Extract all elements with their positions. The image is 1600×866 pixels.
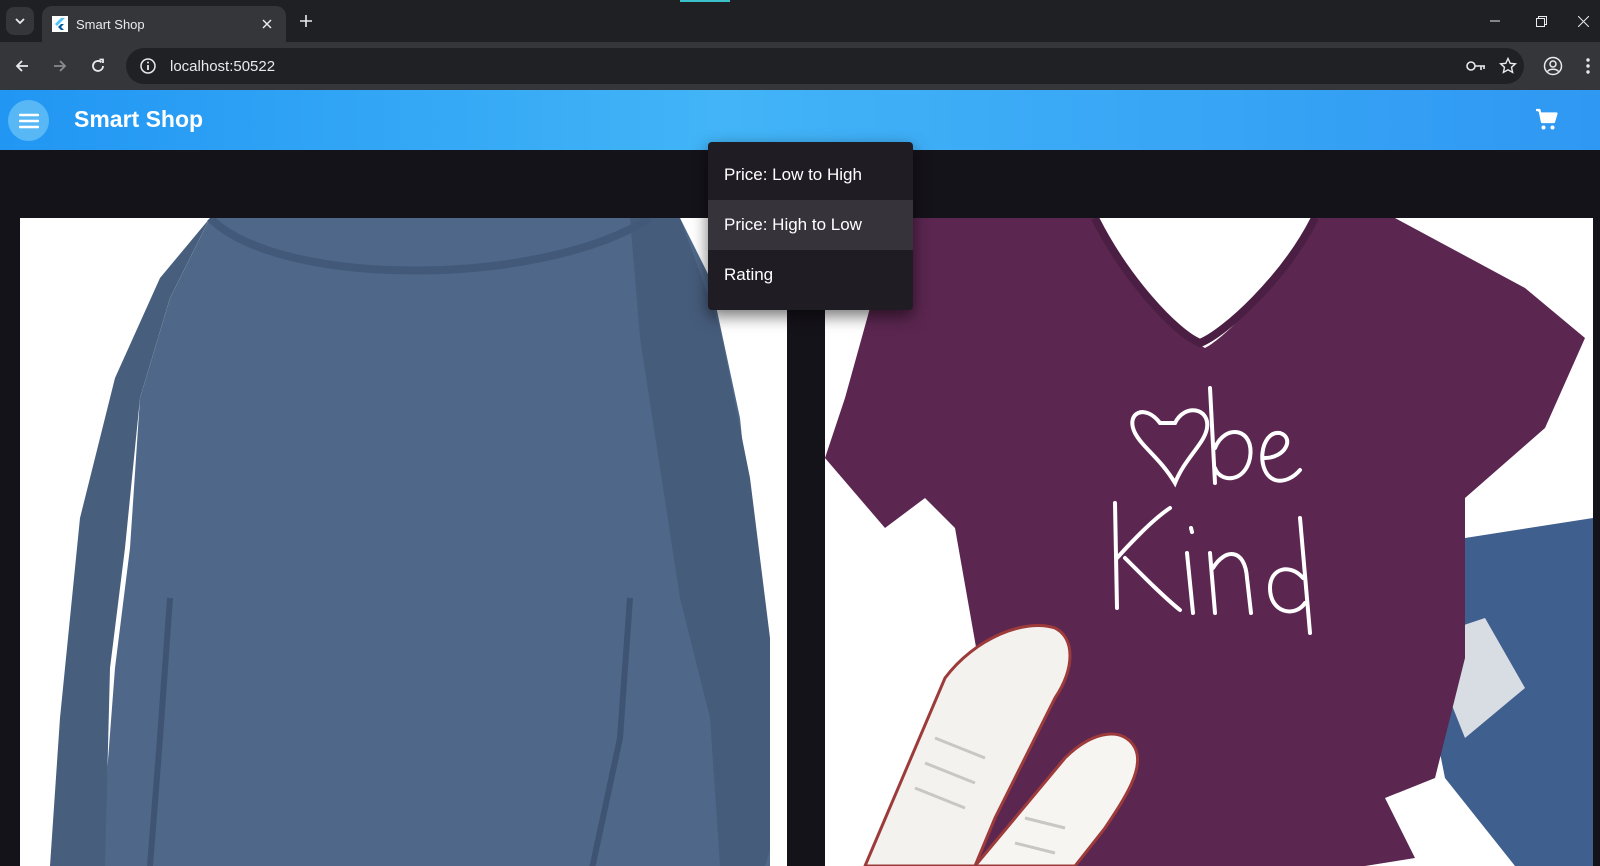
close-icon xyxy=(1577,15,1589,27)
plus-icon xyxy=(300,15,312,27)
reload-button[interactable] xyxy=(84,52,112,80)
sort-option-rating[interactable]: Rating xyxy=(708,250,913,300)
app-bar: Smart Shop xyxy=(0,90,1600,150)
product-image-blue-long-sleeve-shirt xyxy=(20,218,787,866)
product-image-be-kind-tshirt xyxy=(825,218,1593,866)
password-key-icon[interactable] xyxy=(1460,50,1492,82)
forward-button[interactable] xyxy=(46,52,74,80)
browser-menu-button[interactable] xyxy=(1574,52,1600,80)
browser-toolbar: localhost:50522 xyxy=(0,42,1600,90)
chevron-down-icon xyxy=(15,18,25,25)
account-circle-icon xyxy=(1543,56,1563,76)
flutter-icon xyxy=(52,16,68,32)
moon-icon xyxy=(1586,110,1596,130)
cart-button[interactable] xyxy=(1534,107,1560,133)
minimize-button[interactable] xyxy=(1480,8,1510,34)
restore-icon xyxy=(1535,15,1547,27)
menu-button[interactable] xyxy=(8,100,49,141)
browser-tab-strip: Smart Shop xyxy=(0,0,1600,42)
address-bar[interactable]: localhost:50522 xyxy=(126,48,1524,84)
tab-title: Smart Shop xyxy=(76,16,145,32)
restore-button[interactable] xyxy=(1526,8,1556,34)
loading-indicator xyxy=(680,0,730,2)
sort-option-price-low-to-high[interactable]: Price: Low to High xyxy=(708,150,913,200)
sort-option-price-high-to-low[interactable]: Price: High to Low xyxy=(708,200,913,250)
bookmark-star-icon[interactable] xyxy=(1492,50,1524,82)
close-window-button[interactable] xyxy=(1568,8,1598,34)
arrow-left-icon xyxy=(15,60,28,72)
shopping-cart-icon xyxy=(1536,108,1558,130)
app-title: Smart Shop xyxy=(74,106,204,132)
back-button[interactable] xyxy=(8,52,36,80)
url-text[interactable]: localhost:50522 xyxy=(170,58,1460,75)
close-tab-icon[interactable] xyxy=(258,15,276,33)
product-card-be-kind-tshirt[interactable] xyxy=(825,218,1593,866)
tab-search-button[interactable] xyxy=(6,7,34,35)
new-tab-button[interactable] xyxy=(294,9,318,33)
theme-toggle-button[interactable] xyxy=(1580,107,1600,133)
sort-options-menu: Price: Low to High Price: High to Low Ra… xyxy=(708,142,913,310)
reload-icon xyxy=(92,58,104,72)
browser-tab[interactable]: Smart Shop xyxy=(42,6,286,42)
arrow-right-icon xyxy=(54,60,67,72)
profile-button[interactable] xyxy=(1539,52,1567,80)
product-card-blue-shirt[interactable] xyxy=(20,218,787,866)
more-vert-icon xyxy=(1586,58,1590,74)
minimize-icon xyxy=(1490,20,1500,22)
site-info-icon[interactable] xyxy=(130,48,166,84)
hamburger-menu-icon xyxy=(18,113,39,128)
